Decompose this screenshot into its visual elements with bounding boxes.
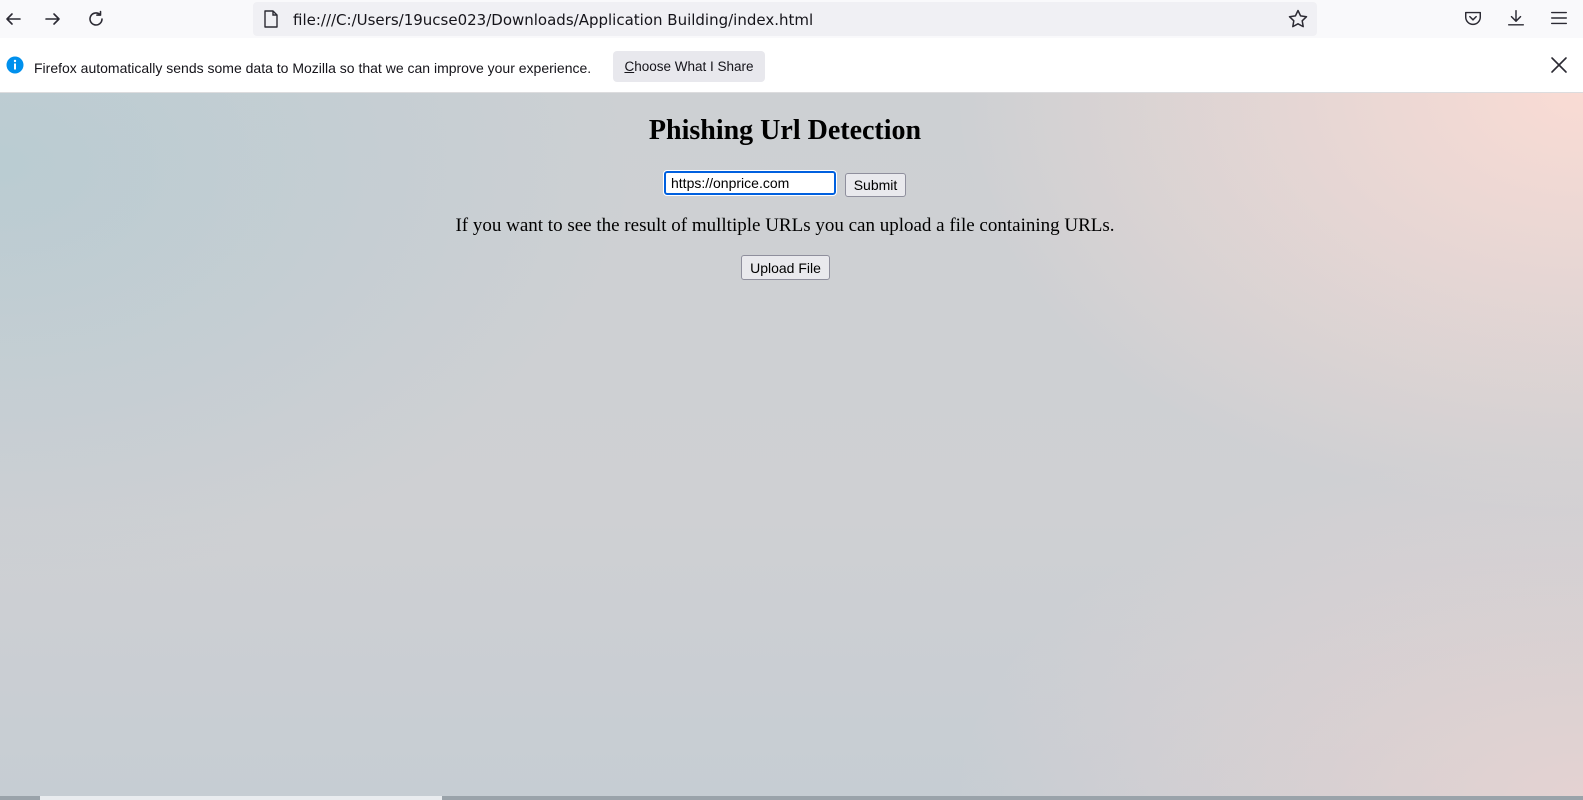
submit-button[interactable]: Submit xyxy=(845,173,906,197)
upload-file-button[interactable]: Upload File xyxy=(741,255,830,280)
bottom-edge-segment xyxy=(40,796,442,800)
forward-button[interactable] xyxy=(40,6,66,32)
address-bar[interactable]: file:///C:/Users/19ucse023/Downloads/App… xyxy=(253,2,1317,36)
close-icon[interactable] xyxy=(1549,55,1569,75)
notification-text: Firefox automatically sends some data to… xyxy=(34,60,592,76)
app-menu-button[interactable] xyxy=(1548,7,1570,29)
page-icon xyxy=(264,10,278,28)
info-icon xyxy=(6,56,24,74)
forward-arrow-icon xyxy=(45,13,60,25)
button-label-rest: hoose What I Share xyxy=(634,59,754,74)
pocket-button[interactable] xyxy=(1462,7,1484,29)
star-icon[interactable] xyxy=(1287,8,1309,30)
hamburger-menu-icon xyxy=(1551,11,1567,25)
choose-what-i-share-button[interactable]: Choose What I Share xyxy=(613,51,765,82)
page-content: Phishing Url Detection Submit If you wan… xyxy=(0,93,1583,800)
url-text[interactable]: file:///C:/Users/19ucse023/Downloads/App… xyxy=(293,11,813,29)
upload-description: If you want to see the result of mulltip… xyxy=(455,215,1115,236)
url-input[interactable] xyxy=(663,170,837,196)
reload-button[interactable] xyxy=(83,6,109,32)
browser-toolbar: file:///C:/Users/19ucse023/Downloads/App… xyxy=(0,0,1583,38)
download-icon xyxy=(1508,10,1524,26)
back-arrow-icon xyxy=(6,13,21,25)
access-key-letter: C xyxy=(624,59,635,74)
page-title: Phishing Url Detection xyxy=(648,115,922,146)
notification-bar: Firefox automatically sends some data to… xyxy=(0,38,1583,93)
bottom-edge xyxy=(0,796,1583,800)
downloads-button[interactable] xyxy=(1505,7,1527,29)
pocket-icon xyxy=(1465,11,1481,26)
reload-icon xyxy=(89,10,103,26)
back-button[interactable] xyxy=(0,6,26,32)
